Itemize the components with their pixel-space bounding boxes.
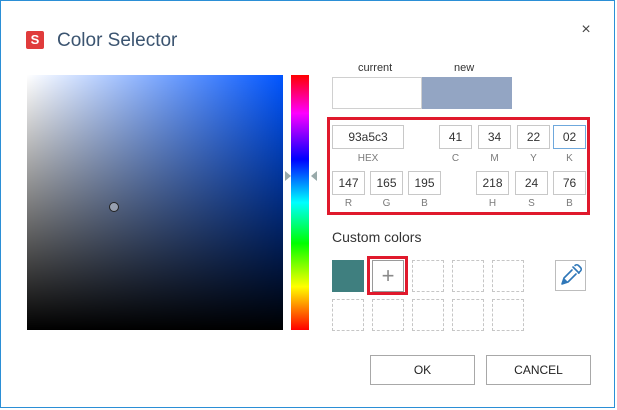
dialog-title: Color Selector bbox=[57, 30, 178, 51]
custom-swatch-5[interactable] bbox=[492, 260, 524, 292]
green-field[interactable]: 165 bbox=[370, 171, 403, 195]
custom-swatch-8[interactable] bbox=[412, 299, 444, 331]
saturation-field[interactable]: 24 bbox=[515, 171, 548, 195]
custom-swatch-7[interactable] bbox=[372, 299, 404, 331]
custom-swatch-4[interactable] bbox=[452, 260, 484, 292]
eyedropper-button[interactable] bbox=[555, 260, 586, 291]
hue-slider[interactable] bbox=[291, 75, 309, 330]
red-field[interactable]: 147 bbox=[332, 171, 365, 195]
custom-swatch-10[interactable] bbox=[492, 299, 524, 331]
ok-button[interactable]: OK bbox=[370, 355, 475, 385]
yellow-label: Y bbox=[530, 153, 537, 164]
new-label: new bbox=[454, 62, 475, 74]
close-icon[interactable]: × bbox=[578, 21, 594, 39]
cancel-button[interactable]: CANCEL bbox=[486, 355, 591, 385]
saturation-value-picker[interactable] bbox=[27, 75, 283, 330]
magenta-field[interactable]: 34 bbox=[478, 125, 511, 149]
picker-cursor[interactable] bbox=[109, 202, 119, 212]
cyan-field[interactable]: 41 bbox=[439, 125, 472, 149]
hue-slider-handle-right[interactable] bbox=[311, 171, 317, 181]
plus-icon: + bbox=[381, 263, 395, 288]
add-custom-color-button[interactable]: + bbox=[372, 260, 404, 292]
blue-field[interactable]: 195 bbox=[408, 171, 441, 195]
custom-swatch-1[interactable] bbox=[332, 260, 364, 292]
current-color-preview bbox=[332, 77, 422, 109]
custom-swatch-3[interactable] bbox=[412, 260, 444, 292]
blue-label: B bbox=[421, 198, 428, 209]
custom-colors-title: Custom colors bbox=[332, 229, 422, 245]
black-label: K bbox=[566, 153, 573, 164]
yellow-field[interactable]: 22 bbox=[517, 125, 550, 149]
red-label: R bbox=[344, 198, 353, 209]
cyan-label: C bbox=[451, 153, 460, 164]
hue-field[interactable]: 218 bbox=[476, 171, 509, 195]
black-field[interactable]: 02 bbox=[553, 125, 586, 149]
magenta-label: M bbox=[490, 153, 499, 164]
eyedropper-icon bbox=[561, 264, 582, 285]
hue-label: H bbox=[488, 198, 497, 209]
app-badge-icon: S bbox=[26, 31, 44, 49]
hex-field[interactable]: 93a5c3 bbox=[332, 125, 404, 149]
green-label: G bbox=[382, 198, 391, 209]
title-bar: S Color Selector × bbox=[1, 1, 614, 57]
custom-swatch-6[interactable] bbox=[332, 299, 364, 331]
hex-label: HEX bbox=[357, 153, 379, 164]
new-color-preview bbox=[422, 77, 512, 109]
brightness-label: B bbox=[566, 198, 573, 209]
custom-swatch-9[interactable] bbox=[452, 299, 484, 331]
current-label: current bbox=[358, 62, 393, 74]
brightness-field[interactable]: 76 bbox=[553, 171, 586, 195]
color-selector-dialog: S Color Selector × current new 93a5c3 HE… bbox=[0, 0, 615, 408]
hue-slider-handle-left[interactable] bbox=[285, 171, 291, 181]
saturation-label: S bbox=[528, 198, 535, 209]
